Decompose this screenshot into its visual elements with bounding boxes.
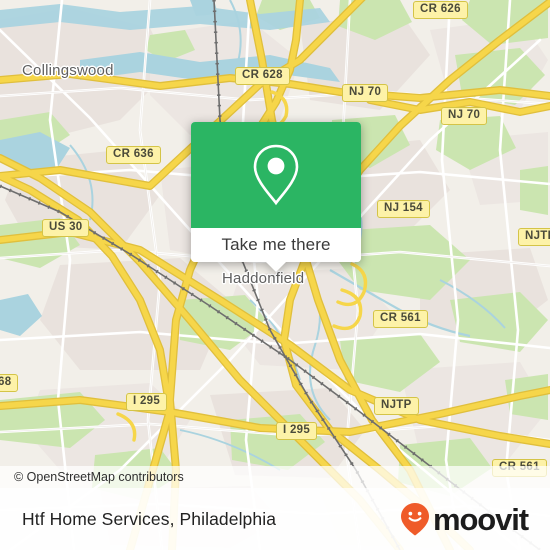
road-shield-njtp-b: NJTP (374, 397, 419, 415)
road-shield-cr628: CR 628 (235, 67, 290, 85)
screenshot-root: .w{fill:#aad3df} .wl{stroke:#aad3df;fill… (0, 0, 550, 550)
osm-attribution-bar: © OpenStreetMap contributors (0, 466, 550, 488)
road-shield-njtp-a: NJTP (518, 228, 550, 246)
location-title: Htf Home Services, Philadelphia (22, 508, 277, 529)
moovit-wordmark: moovit (432, 501, 529, 537)
road-shield-nj70-b: NJ 70 (441, 107, 488, 125)
road-shield-nj154: NJ 154 (377, 200, 430, 218)
take-me-there-label: Take me there (221, 235, 331, 254)
road-shield-us30: US 30 (42, 219, 90, 237)
callout-inner: Take me there (191, 122, 361, 262)
road-shield-cr636: CR 636 (106, 146, 161, 164)
moovit-logo[interactable]: moovit (400, 501, 529, 537)
road-shield-cr561-a: CR 561 (373, 310, 428, 328)
road-shield-i295-a: I 295 (126, 393, 168, 411)
callout-header (191, 122, 361, 228)
callout-action[interactable]: Take me there (191, 228, 361, 262)
location-pin-icon (253, 144, 299, 206)
road-shield-nj168: 68 (0, 374, 19, 392)
callout-tail (265, 261, 287, 272)
road-shield-cr626: CR 626 (413, 1, 468, 19)
moovit-smiley-pin-icon (400, 503, 429, 536)
road-shield-i295-b: I 295 (276, 422, 318, 440)
road-shield-nj70-a: NJ 70 (342, 84, 389, 102)
take-me-there-callout[interactable]: Take me there (191, 122, 361, 272)
bottom-bar: Htf Home Services, Philadelphia moovit (0, 488, 550, 550)
osm-attribution-text[interactable]: © OpenStreetMap contributors (0, 470, 184, 484)
